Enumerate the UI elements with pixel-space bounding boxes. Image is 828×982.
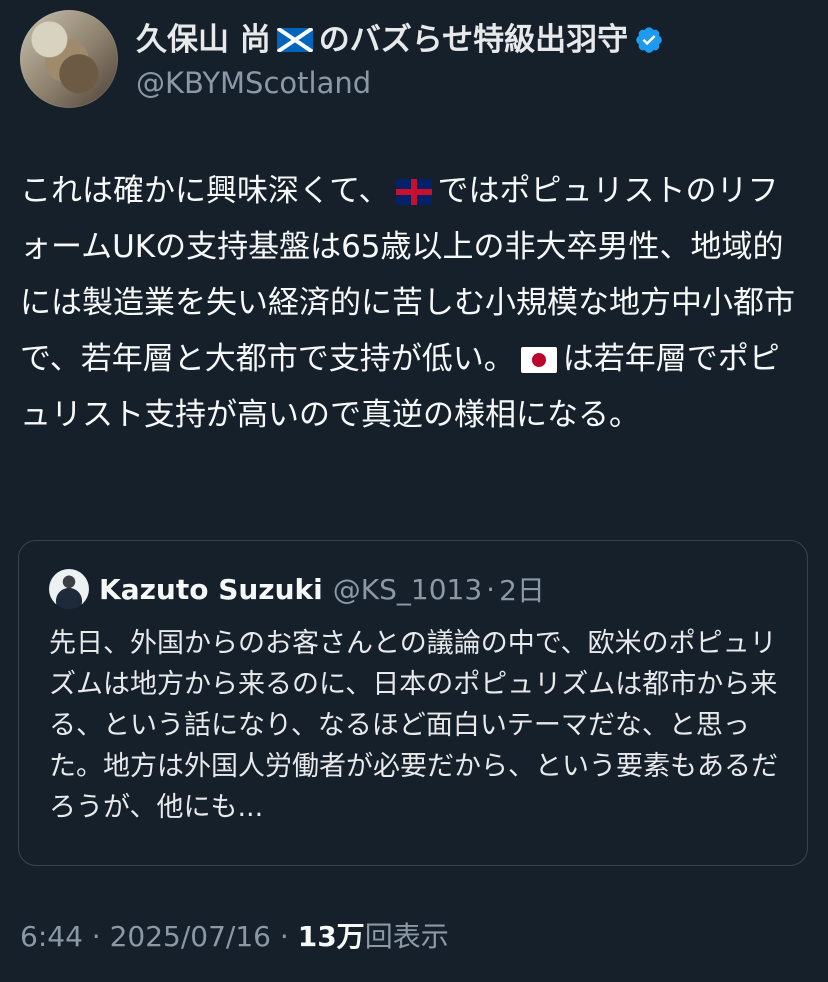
quoted-tweet-card[interactable]: Kazuto Suzuki @KS_1013 · 2日 先日、外国からのお客さん… [18,540,808,866]
author-display-name[interactable]: 久保山 尚 のバズらせ特級出羽守 [136,22,664,58]
tweet-meta: 6:44 · 2025/07/16 · 13万回表示 [20,917,449,957]
tweet-header: 久保山 尚 のバズらせ特級出羽守 @KBYMScotland [20,10,808,112]
tweet-date[interactable]: 2025/07/16 [110,920,271,953]
verified-badge-icon [636,27,662,53]
author-names: 久保山 尚 のバズらせ特級出羽守 @KBYMScotland [136,10,664,101]
quoted-tweet-text: 先日、外国からのお客さんとの議論の中で、欧米のポピュリズムは地方から来るのに、日… [49,628,778,823]
quoted-author-handle: @KS_1013 [332,572,483,606]
tweet-text: これは確かに興味深くて、 ではポピュリストのリフォームUKの支持基盤は65歳以上の… [20,163,800,443]
views-label: 回表示 [364,920,449,953]
meta-separator-1: · [91,920,101,953]
japan-flag-icon [520,347,557,373]
quoted-tweet-separator: · [486,572,496,606]
tweet-detail: 久保山 尚 のバズらせ特級出羽守 @KBYMScotland これは確かに興味深… [0,0,828,982]
quoted-author-avatar [49,569,89,609]
author-handle[interactable]: @KBYMScotland [136,65,664,101]
quoted-author-name: Kazuto Suzuki [99,572,323,606]
uk-flag-icon [395,179,432,205]
scotland-flag-icon [276,28,313,52]
author-display-name-suffix: のバズらせ特級出羽守 [318,22,629,58]
quoted-tweet-header: Kazuto Suzuki @KS_1013 · 2日 [49,569,779,609]
quoted-tweet-time: 2日 [499,574,545,607]
meta-separator-2: · [279,920,289,953]
views-count: 13万 [297,920,365,953]
tweet-time[interactable]: 6:44 [20,920,83,953]
author-avatar[interactable] [20,10,118,108]
tweet-text-part-1: これは確かに興味深くて、 [20,173,390,209]
author-display-name-prefix: 久保山 尚 [136,22,271,58]
